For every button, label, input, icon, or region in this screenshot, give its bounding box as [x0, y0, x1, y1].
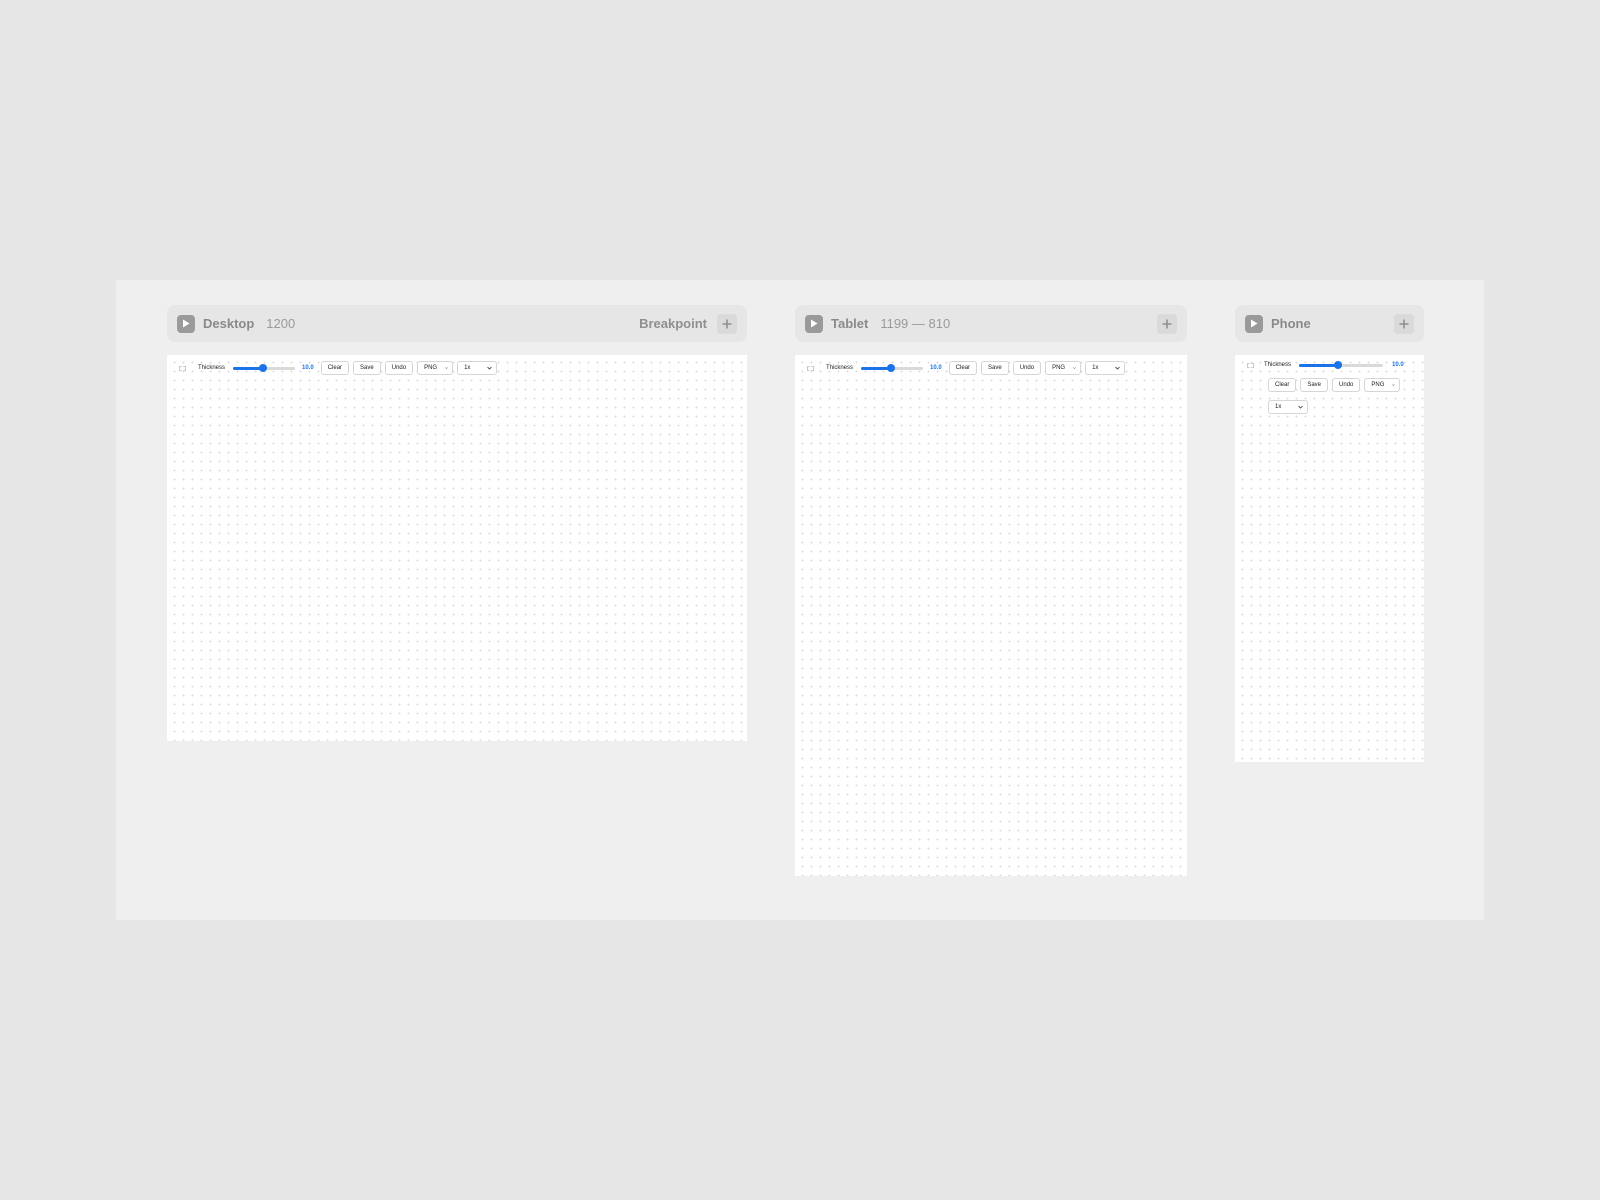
- breakpoint-range: 1199 — 810: [880, 316, 951, 331]
- thickness-value: 10.0: [930, 365, 942, 371]
- format-select[interactable]: PNG: [1045, 361, 1082, 375]
- chevron-down-icon: [1073, 367, 1076, 369]
- scale-select[interactable]: 1x: [457, 361, 498, 375]
- drawing-toolbar: Thickness 10.0 Clear Save Undo PNG 1x: [807, 361, 1126, 375]
- slider-thumb[interactable]: [258, 364, 267, 372]
- thickness-label: Thickness: [826, 365, 854, 371]
- thickness-slider[interactable]: [861, 363, 924, 373]
- format-select-value: PNG: [1371, 382, 1385, 388]
- save-button[interactable]: Save: [1300, 378, 1329, 392]
- thickness-label: Thickness: [198, 365, 226, 371]
- frame-phone[interactable]: Thickness 10.0 Clear Save Undo PNG 1x: [1235, 355, 1424, 762]
- slider-thumb[interactable]: [886, 364, 895, 372]
- play-icon[interactable]: [805, 314, 823, 333]
- frame-desktop[interactable]: Thickness 10.0 Clear Save Undo PNG 1x: [167, 355, 747, 741]
- clear-button[interactable]: Clear: [948, 361, 978, 375]
- breakpoint-name: Phone: [1271, 316, 1311, 331]
- format-select[interactable]: PNG: [1364, 378, 1401, 392]
- drag-handle-icon[interactable]: [1247, 362, 1254, 368]
- scale-select[interactable]: 1x: [1268, 400, 1308, 414]
- undo-button[interactable]: Undo: [1012, 361, 1042, 375]
- scale-select-value: 1x: [464, 365, 471, 371]
- breakpoint-header-phone: Phone: [1235, 305, 1424, 342]
- thickness-slider[interactable]: [233, 363, 296, 373]
- breakpoint-name: Tablet: [831, 316, 869, 331]
- breakpoint-name: Desktop: [203, 316, 255, 331]
- save-button[interactable]: Save: [353, 361, 381, 375]
- scale-select[interactable]: 1x: [1085, 361, 1126, 375]
- clear-button[interactable]: Clear: [320, 361, 350, 375]
- chevron-down-icon: [1115, 366, 1120, 370]
- thickness-label: Thickness: [1264, 362, 1292, 368]
- save-button[interactable]: Save: [981, 361, 1009, 375]
- play-icon[interactable]: [1245, 314, 1263, 333]
- breakpoint-range: 1200: [266, 316, 296, 331]
- format-select-value: PNG: [424, 365, 438, 371]
- plus-icon[interactable]: [1394, 313, 1414, 334]
- thickness-value: 10.0: [1392, 362, 1404, 368]
- drawing-toolbar: Thickness 10.0 Clear Save Undo PNG 1x: [179, 361, 498, 375]
- format-select[interactable]: PNG: [417, 361, 454, 375]
- chevron-down-icon: [487, 366, 492, 370]
- slider-thumb[interactable]: [1334, 361, 1343, 369]
- drag-handle-icon[interactable]: [179, 365, 186, 371]
- clear-button[interactable]: Clear: [1268, 378, 1297, 392]
- chevron-down-icon: [1298, 405, 1303, 409]
- plus-icon[interactable]: [1157, 313, 1177, 334]
- thickness-slider[interactable]: [1299, 360, 1384, 370]
- scale-select-value: 1x: [1275, 404, 1282, 410]
- format-select-value: PNG: [1052, 365, 1066, 371]
- slider-fill: [1299, 364, 1339, 367]
- undo-button[interactable]: Undo: [1332, 378, 1361, 392]
- drag-handle-icon[interactable]: [807, 365, 814, 371]
- thickness-value: 10.0: [302, 365, 314, 371]
- add-breakpoint-label[interactable]: Breakpoint: [639, 316, 707, 331]
- play-icon[interactable]: [177, 314, 195, 333]
- plus-icon[interactable]: [717, 313, 737, 334]
- scale-select-value: 1x: [1092, 365, 1099, 371]
- breakpoint-header-desktop: Desktop 1200 Breakpoint: [167, 305, 747, 342]
- chevron-down-icon: [445, 367, 448, 369]
- frame-tablet[interactable]: Thickness 10.0 Clear Save Undo PNG 1x: [795, 355, 1187, 876]
- undo-button[interactable]: Undo: [384, 361, 414, 375]
- breakpoint-header-tablet: Tablet 1199 — 810: [795, 305, 1187, 342]
- drawing-toolbar: Thickness 10.0 Clear Save Undo PNG 1x: [1247, 360, 1417, 414]
- chevron-down-icon: [1392, 384, 1396, 386]
